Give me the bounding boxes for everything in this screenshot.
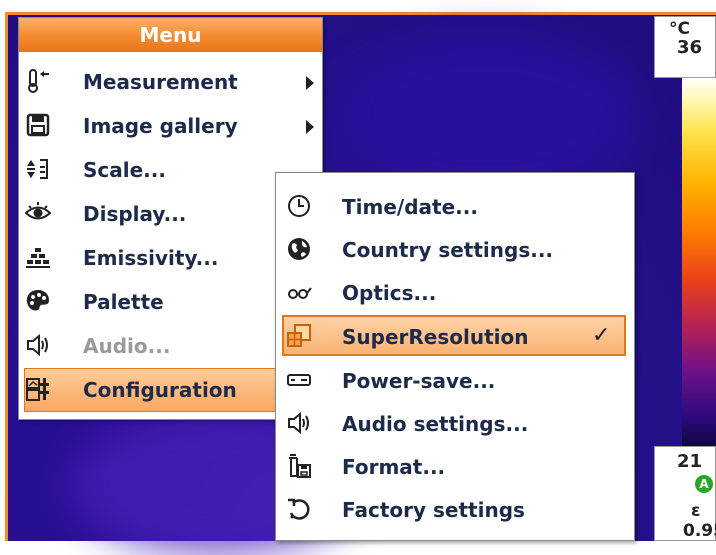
scale-icon xyxy=(25,156,51,182)
menu-item-label: Configuration xyxy=(83,378,237,402)
menu-item-label: Palette xyxy=(83,290,164,314)
eye-icon xyxy=(25,200,51,226)
submenu-item-label: Optics... xyxy=(342,281,437,305)
menu-item-image-gallery[interactable]: Image gallery xyxy=(19,104,322,148)
submenu-item-label: SuperResolution xyxy=(342,325,529,349)
thermal-blob xyxy=(338,35,638,195)
glasses-icon xyxy=(286,279,312,305)
configuration-icon xyxy=(25,376,51,402)
color-palette-bar xyxy=(682,78,716,448)
menu-item-label: Scale... xyxy=(83,158,166,182)
submenu-arrow-icon xyxy=(306,76,314,90)
submenu-item-label: Audio settings... xyxy=(342,412,529,436)
submenu-item-time-date[interactable]: Time/date... xyxy=(276,185,634,228)
menu-item-label: Audio... xyxy=(83,334,171,358)
checkmark-icon: ✓ xyxy=(592,323,611,348)
submenu-item-label: Format... xyxy=(342,455,446,479)
emissivity-icon xyxy=(25,244,51,270)
submenu-item-label: Factory settings xyxy=(342,498,525,522)
superresolution-icon xyxy=(286,323,312,349)
submenu-item-audio-settings[interactable]: Audio settings... xyxy=(276,402,634,445)
menu-item-label: Image gallery xyxy=(83,114,238,138)
menu-item-measurement[interactable]: Measurement xyxy=(19,60,322,104)
scale-min-value: 21 xyxy=(677,451,703,472)
palette-icon xyxy=(25,288,51,314)
emissivity-value: 0.95 xyxy=(683,521,716,541)
reset-icon xyxy=(286,496,312,522)
battery-icon xyxy=(286,367,312,393)
scale-top-panel: °C 36 xyxy=(654,16,716,78)
submenu-item-label: Time/date... xyxy=(342,195,478,219)
thermal-camera-screen: °C 36 21 A ε 0.95 Menu Measurement Image… xyxy=(0,0,716,555)
submenu-item-label: Country settings... xyxy=(342,238,554,262)
submenu-item-power-save[interactable]: Power-save... xyxy=(276,359,634,402)
globe-icon xyxy=(286,236,312,262)
submenu-item-format[interactable]: Format... xyxy=(276,445,634,488)
speaker-icon xyxy=(286,410,312,436)
submenu-arrow-icon xyxy=(306,120,314,134)
menu-item-label: Measurement xyxy=(83,70,238,94)
submenu-item-optics[interactable]: Optics... xyxy=(276,271,634,314)
emissivity-symbol: ε xyxy=(691,501,701,521)
submenu-item-country-settings[interactable]: Country settings... xyxy=(276,228,634,271)
speaker-icon xyxy=(25,332,51,358)
submenu-item-factory-settings[interactable]: Factory settings xyxy=(276,488,634,531)
submenu-item-label: Power-save... xyxy=(342,369,496,393)
submenu-item-superresolution[interactable]: SuperResolution ✓ xyxy=(276,315,634,358)
format-icon xyxy=(286,453,312,479)
menu-title: Menu xyxy=(19,18,322,52)
temperature-scale: °C 36 21 A ε 0.95 xyxy=(654,16,716,541)
configuration-submenu: Time/date... Country settings... Optics.… xyxy=(275,172,635,541)
menu-item-label: Display... xyxy=(83,202,187,226)
menu-item-label: Emissivity... xyxy=(83,246,219,270)
auto-mode-badge: A xyxy=(695,475,713,493)
clock-icon xyxy=(286,193,312,219)
floppy-icon xyxy=(25,112,51,138)
thermometer-icon xyxy=(25,68,51,94)
scale-unit: °C xyxy=(669,19,690,39)
scale-max-value: 36 xyxy=(677,37,703,58)
scale-bottom-panel: 21 A ε 0.95 xyxy=(654,446,716,541)
